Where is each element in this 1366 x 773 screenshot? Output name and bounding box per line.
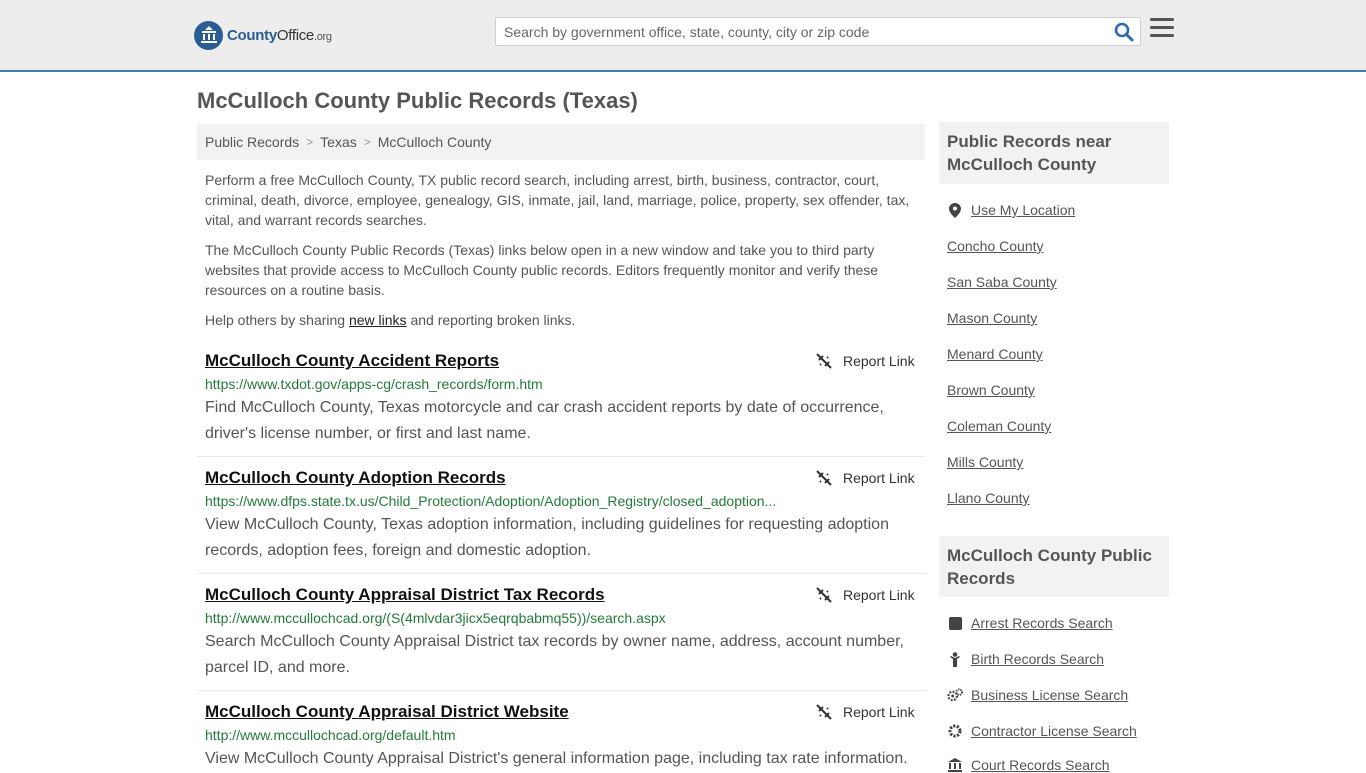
record-item: McCulloch County Appraisal District Webs…: [197, 702, 925, 768]
record-url: https://www.txdot.gov/apps-cg/crash_reco…: [205, 376, 543, 392]
page-title: McCulloch County Public Records (Texas): [197, 88, 638, 113]
gears-icon: [947, 687, 963, 703]
intro-paragraph-3: Help others by sharing new links and rep…: [205, 312, 576, 328]
top-header: CountyOffice.org: [0, 0, 1366, 72]
business-license-link[interactable]: Business License Search: [947, 687, 1128, 703]
record-title-link[interactable]: McCulloch County Adoption Records: [205, 468, 506, 488]
nearby-county-link[interactable]: San Saba County: [947, 274, 1057, 290]
search-icon[interactable]: [1114, 22, 1134, 42]
report-link-button[interactable]: Report Link: [816, 587, 915, 603]
nearby-county-link[interactable]: Brown County: [947, 382, 1035, 398]
nearby-county-link[interactable]: Mills County: [947, 454, 1023, 470]
record-title-link[interactable]: McCulloch County Appraisal District Webs…: [205, 702, 569, 722]
record-description: Find McCulloch County, Texas motorcycle …: [205, 399, 884, 442]
nearby-records-heading: Public Records near McCulloch County: [939, 122, 1169, 184]
breadcrumb-mcculloch-county[interactable]: McCulloch County: [378, 134, 492, 150]
record-url: http://www.mccullochcad.org/(S(4mlvdar3j…: [205, 610, 666, 626]
record-item: McCulloch County Adoption Records Report…: [197, 468, 925, 574]
search-bar: [495, 17, 1141, 46]
square-icon: [947, 615, 963, 631]
broken-link-icon: [816, 470, 832, 486]
record-url: http://www.mccullochcad.org/default.htm: [205, 727, 456, 743]
nearby-county-link[interactable]: Concho County: [947, 238, 1044, 254]
birth-records-link[interactable]: Birth Records Search: [947, 651, 1104, 667]
record-title-link[interactable]: McCulloch County Appraisal District Tax …: [205, 585, 605, 605]
intro-paragraph-2: The McCulloch County Public Records (Tex…: [205, 242, 879, 298]
nearby-county-link[interactable]: Menard County: [947, 346, 1043, 362]
intro-paragraph-1: Perform a free McCulloch County, TX publ…: [205, 172, 910, 228]
arrest-records-link[interactable]: Arrest Records Search: [947, 615, 1113, 631]
map-marker-icon: [947, 202, 963, 218]
contractor-license-link[interactable]: Contractor License Search: [947, 723, 1137, 739]
breadcrumb-separator: >: [306, 135, 314, 149]
use-my-location-link[interactable]: Use My Location: [947, 202, 1075, 218]
gear-icon: [947, 723, 963, 739]
record-title-link[interactable]: McCulloch County Accident Reports: [205, 351, 499, 371]
record-item: McCulloch County Accident Reports Report…: [197, 351, 925, 457]
nearby-county-link[interactable]: Llano County: [947, 490, 1030, 506]
broken-link-icon: [816, 353, 832, 369]
nearby-county-link[interactable]: Mason County: [947, 310, 1037, 326]
report-link-button[interactable]: Report Link: [816, 470, 915, 486]
report-link-button[interactable]: Report Link: [816, 353, 915, 369]
record-description: View McCulloch County Appraisal District…: [205, 750, 908, 767]
breadcrumb-separator: >: [363, 135, 371, 149]
record-url: https://www.dfps.state.tx.us/Child_Prote…: [205, 493, 777, 509]
county-records-heading: McCulloch County Public Records: [939, 536, 1169, 597]
breadcrumb-texas[interactable]: Texas: [320, 134, 357, 150]
hamburger-menu-icon[interactable]: [1150, 18, 1174, 42]
record-item: McCulloch County Appraisal District Tax …: [197, 585, 925, 691]
court-records-link[interactable]: Court Records Search: [947, 757, 1110, 773]
logo-text: CountyOffice.org: [227, 26, 332, 44]
site-logo[interactable]: CountyOffice.org: [194, 20, 332, 50]
broken-link-icon: [816, 587, 832, 603]
record-description: View McCulloch County, Texas adoption in…: [205, 516, 889, 559]
new-links-link[interactable]: new links: [349, 312, 407, 328]
search-input[interactable]: [496, 18, 1096, 45]
capitol-logo-icon: [194, 20, 223, 50]
nearby-county-link[interactable]: Coleman County: [947, 418, 1051, 434]
baby-icon: [947, 651, 963, 667]
courthouse-icon: [947, 757, 963, 773]
report-link-button[interactable]: Report Link: [816, 704, 915, 720]
broken-link-icon: [816, 704, 832, 720]
record-description: Search McCulloch County Appraisal Distri…: [205, 633, 904, 676]
breadcrumb: Public Records > Texas > McCulloch Count…: [197, 124, 925, 160]
breadcrumb-public-records[interactable]: Public Records: [205, 134, 299, 150]
